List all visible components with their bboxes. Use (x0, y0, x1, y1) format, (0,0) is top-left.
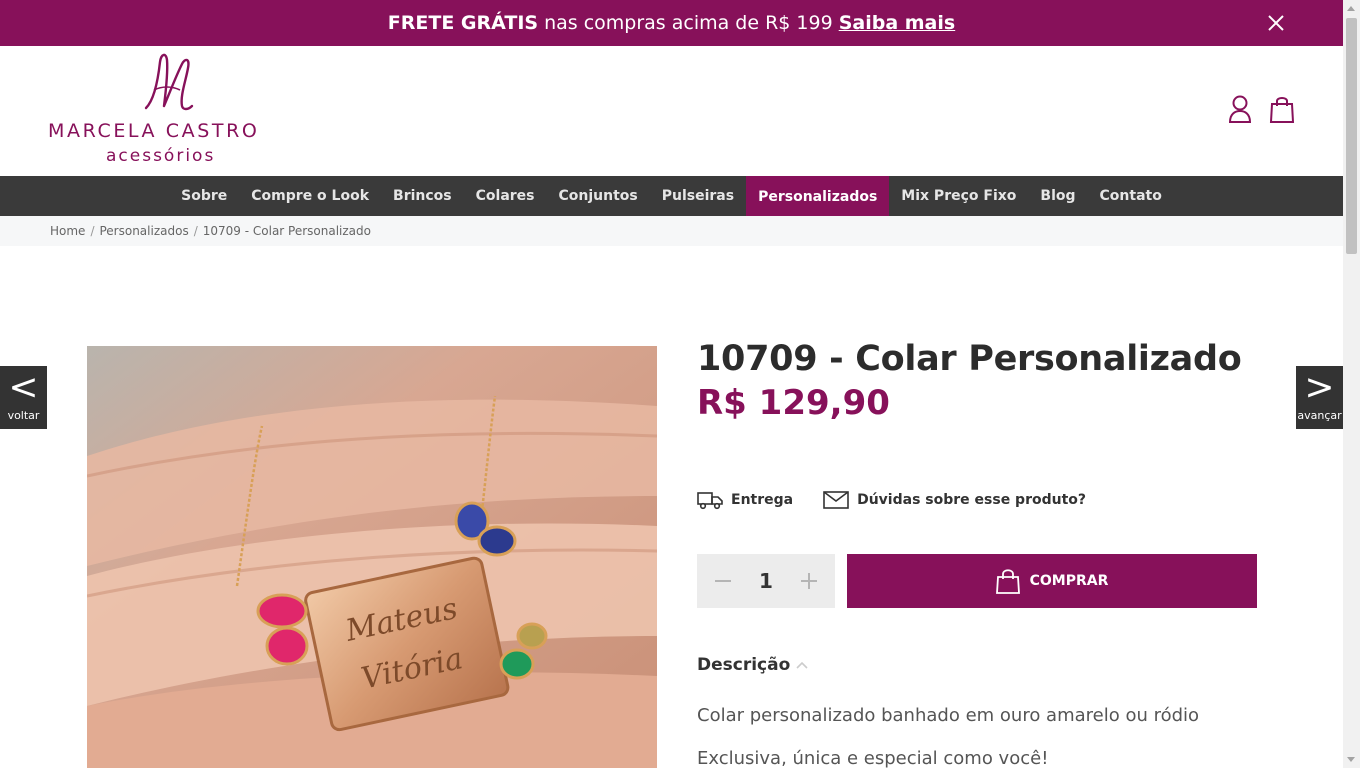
chevron-right-icon: > (1304, 367, 1335, 408)
nav-list: Sobre Compre o Look Brincos Colares Conjunto… (169, 176, 1174, 218)
nav-item-contato[interactable]: Contato (1088, 176, 1174, 216)
question-link[interactable]: Dúvidas sobre esse produto? (823, 491, 1086, 509)
brand-logo[interactable]: MARCELA CASTRO acessórios (48, 50, 298, 168)
nav-item-colares[interactable]: Colares (464, 176, 547, 216)
breadcrumb-separator: / (193, 224, 198, 238)
user-icon[interactable] (1227, 94, 1253, 124)
product-image[interactable]: Mateus Vitória (87, 346, 657, 768)
product-title: 10709 - Colar Personalizado (697, 339, 1242, 379)
nav-item-brincos[interactable]: Brincos (381, 176, 464, 216)
nav-item-personalizados[interactable]: Personalizados (746, 176, 890, 218)
product-info: 10709 - Colar Personalizado R$ 129,90 (697, 336, 1257, 424)
promo-link[interactable]: Saiba mais (839, 12, 956, 34)
quantity-stepper: 1 (697, 554, 835, 608)
breadcrumb-current: 10709 - Colar Personalizado (202, 224, 371, 238)
chevron-left-icon: < (8, 367, 39, 408)
product-links: Entrega Dúvidas sobre esse produto? (697, 490, 1116, 510)
prev-label: voltar (7, 409, 40, 422)
nav-item-conjuntos[interactable]: Conjuntos (547, 176, 650, 216)
product-price: R$ 129,90 (697, 383, 890, 423)
buy-label: COMPRAR (1029, 573, 1109, 589)
main-nav: Sobre Compre o Look Brincos Colares Conjunto… (0, 176, 1343, 218)
page: FRETE GRÁTIS nas compras acima de R$ 199… (0, 0, 1343, 768)
nav-item-compre-o-look[interactable]: Compre o Look (239, 176, 381, 216)
chevron-up-icon (796, 661, 808, 669)
promo-text: nas compras acima de R$ 199 (544, 12, 833, 34)
description-title: Descrição (697, 655, 791, 675)
breadcrumb-home[interactable]: Home (50, 224, 85, 238)
description-toggle[interactable]: Descrição (697, 655, 808, 675)
shopping-bag-icon[interactable] (1269, 94, 1295, 124)
scrollbar[interactable] (1343, 0, 1360, 768)
site-header: MARCELA CASTRO acessórios (0, 46, 1343, 176)
brand-name: MARCELA CASTRO (48, 120, 260, 142)
promo-bar: FRETE GRÁTIS nas compras acima de R$ 199… (0, 0, 1343, 46)
nav-item-blog[interactable]: Blog (1028, 176, 1087, 216)
question-label: Dúvidas sobre esse produto? (857, 492, 1087, 508)
header-icons (1227, 94, 1295, 124)
minus-icon[interactable] (713, 571, 733, 591)
next-label: avançar (1297, 409, 1342, 422)
description-text: Exclusiva, única e especial como você! (697, 748, 1049, 768)
plus-icon[interactable] (799, 571, 819, 591)
scrollbar-thumb[interactable] (1346, 18, 1357, 254)
shopping-bag-icon (995, 569, 1020, 594)
next-product-button[interactable]: > avançar (1296, 366, 1343, 429)
breadcrumb: Home / Personalizados / 10709 - Colar Pe… (0, 216, 1343, 246)
description-text: Colar personalizado banhado em ouro amar… (697, 705, 1200, 726)
prev-product-button[interactable]: < voltar (0, 366, 47, 429)
close-icon[interactable] (1263, 10, 1289, 36)
nav-item-pulseiras[interactable]: Pulseiras (650, 176, 746, 216)
scroll-down-icon[interactable] (1347, 757, 1355, 762)
breadcrumb-separator: / (90, 224, 95, 238)
logo-monogram (144, 53, 194, 111)
brand-tagline: acessórios (106, 146, 216, 166)
envelope-icon (823, 491, 849, 509)
nav-item-mix-preço-fixo[interactable]: Mix Preço Fixo (889, 176, 1028, 216)
quantity-value[interactable]: 1 (746, 569, 786, 593)
delivery-link[interactable]: Entrega (697, 490, 793, 510)
breadcrumb-category[interactable]: Personalizados (99, 224, 188, 238)
truck-icon (697, 492, 723, 510)
nav-item-sobre[interactable]: Sobre (169, 176, 239, 216)
scroll-up-icon[interactable] (1347, 6, 1355, 11)
promo-bold: FRETE GRÁTIS (387, 12, 539, 34)
buy-button[interactable]: COMPRAR (847, 554, 1257, 608)
delivery-label: Entrega (731, 492, 794, 508)
